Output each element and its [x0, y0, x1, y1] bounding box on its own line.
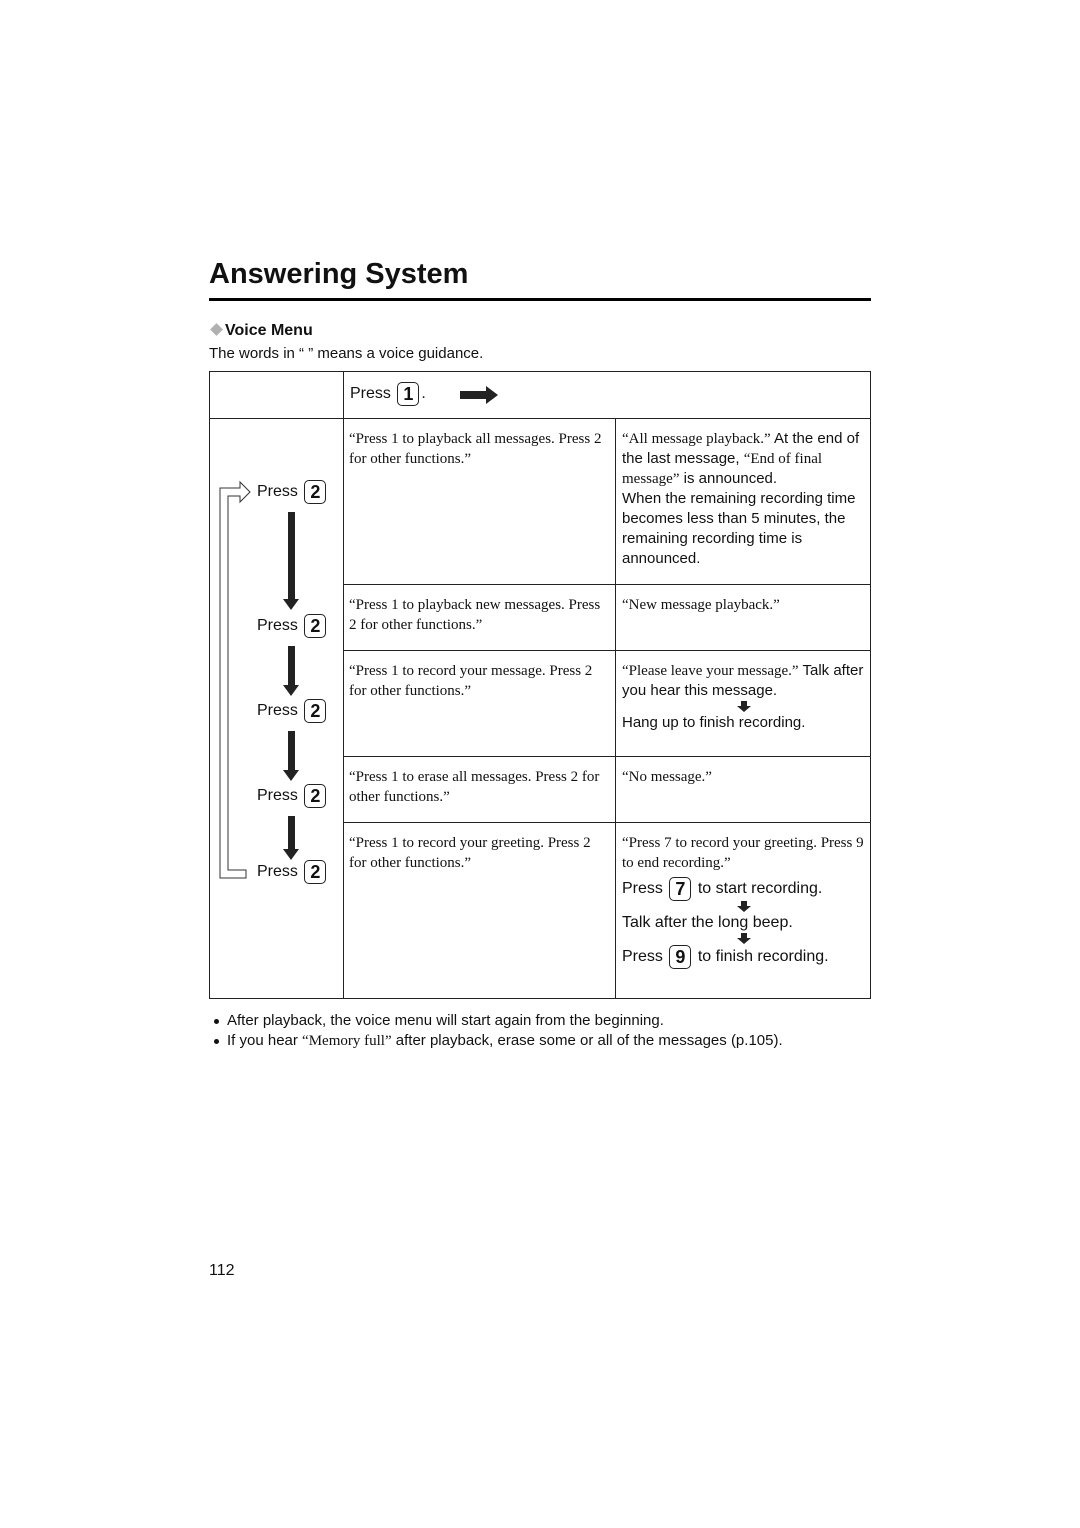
page-number: 112: [209, 1262, 235, 1279]
press-label: Press: [257, 483, 298, 501]
note-item: If you hear “Memory full” after playback…: [214, 1032, 783, 1050]
loop-back-arrow-icon: [219, 480, 251, 879]
press-label: Press: [350, 385, 391, 403]
guidance-text: “Press 1 to record your message. Press 2…: [349, 663, 593, 699]
divider: [343, 822, 870, 823]
result-text: “Press 7 to record your greeting. Press …: [622, 833, 868, 969]
guidance-text: “Press 1 to record your greeting. Press …: [349, 835, 591, 871]
down-arrow-icon: [283, 731, 299, 781]
voice-quote: “All message playback.”: [622, 431, 771, 447]
voice-quote: “Memory full”: [302, 1033, 392, 1049]
down-arrow-icon: [283, 816, 299, 860]
divider: [615, 418, 616, 998]
result-text: “New message playback.”: [622, 597, 780, 613]
step-text: Talk after the long beep.: [622, 914, 793, 931]
result-text: “No message.”: [622, 769, 712, 785]
result-note: is announced.: [679, 470, 778, 487]
right-arrow-icon: [460, 386, 498, 404]
small-down-arrow-icon: [737, 901, 751, 912]
step-text: to finish recording.: [697, 948, 829, 966]
divider: [343, 372, 344, 998]
period: .: [421, 385, 426, 403]
guidance-text: “Press 1 to erase all messages. Press 2 …: [349, 769, 600, 805]
voice-quote: “Please leave your message.”: [622, 663, 799, 679]
key-2-icon: 2: [304, 699, 327, 723]
key-2-icon: 2: [304, 614, 327, 638]
guidance-text: “Press 1 to playback all messages. Press…: [349, 431, 602, 467]
key-1-icon: 1: [397, 382, 420, 406]
step-press-9: Press 9 to finish recording.: [622, 945, 868, 969]
key-7-icon: 7: [669, 877, 692, 901]
key-2-icon: 2: [304, 860, 327, 884]
step-press-2: Press 2: [257, 860, 328, 884]
small-down-arrow-icon: [737, 701, 751, 712]
step-press-2: Press 2: [257, 614, 328, 638]
page-title: Answering System: [209, 258, 469, 290]
note-text: If you hear: [227, 1032, 303, 1049]
note-item: After playback, the voice menu will star…: [214, 1012, 664, 1029]
divider: [210, 418, 870, 419]
voice-quote: “Press 7 to record your greeting. Press …: [622, 835, 864, 871]
press-label: Press: [622, 880, 663, 898]
result-note: When the remaining recording time become…: [622, 490, 856, 567]
diamond-bullet-icon: [210, 323, 223, 336]
header-press-1: Press 1.: [350, 382, 426, 406]
result-note: Hang up to finish recording.: [622, 714, 806, 731]
divider: [343, 650, 870, 651]
bullet-icon: [214, 1018, 219, 1024]
bullet-icon: [214, 1038, 219, 1044]
press-label: Press: [257, 702, 298, 720]
intro-text: The words in “ ” means a voice guidance.: [209, 345, 484, 362]
section-title: Voice Menu: [225, 322, 313, 339]
down-arrow-icon: [283, 646, 299, 696]
result-text: “Please leave your message.” Talk after …: [622, 661, 868, 733]
press-label: Press: [257, 787, 298, 805]
key-2-icon: 2: [304, 784, 327, 808]
step-text: to start recording.: [697, 880, 823, 898]
key-2-icon: 2: [304, 480, 327, 504]
note-text: After playback, the voice menu will star…: [227, 1012, 664, 1029]
small-down-arrow-icon: [737, 933, 751, 944]
voice-menu-table: Press 1. Press 2 Press 2 Press 2 Press 2…: [209, 371, 871, 999]
section-heading: Voice Menu: [209, 322, 313, 340]
title-rule: [209, 298, 871, 301]
note-text: after playback, erase some or all of the…: [391, 1032, 783, 1049]
divider: [343, 756, 870, 757]
key-9-icon: 9: [669, 945, 692, 969]
step-press-7: Press 7 to start recording.: [622, 877, 868, 901]
press-label: Press: [622, 948, 663, 966]
guidance-text: “Press 1 to playback new messages. Press…: [349, 597, 601, 633]
step-press-2: Press 2: [257, 480, 328, 504]
press-label: Press: [257, 863, 298, 881]
down-arrow-icon: [283, 512, 299, 610]
divider: [343, 584, 870, 585]
result-text: “All message playback.” At the end of th…: [622, 429, 868, 569]
press-label: Press: [257, 617, 298, 635]
step-press-2: Press 2: [257, 699, 328, 723]
step-press-2: Press 2: [257, 784, 328, 808]
